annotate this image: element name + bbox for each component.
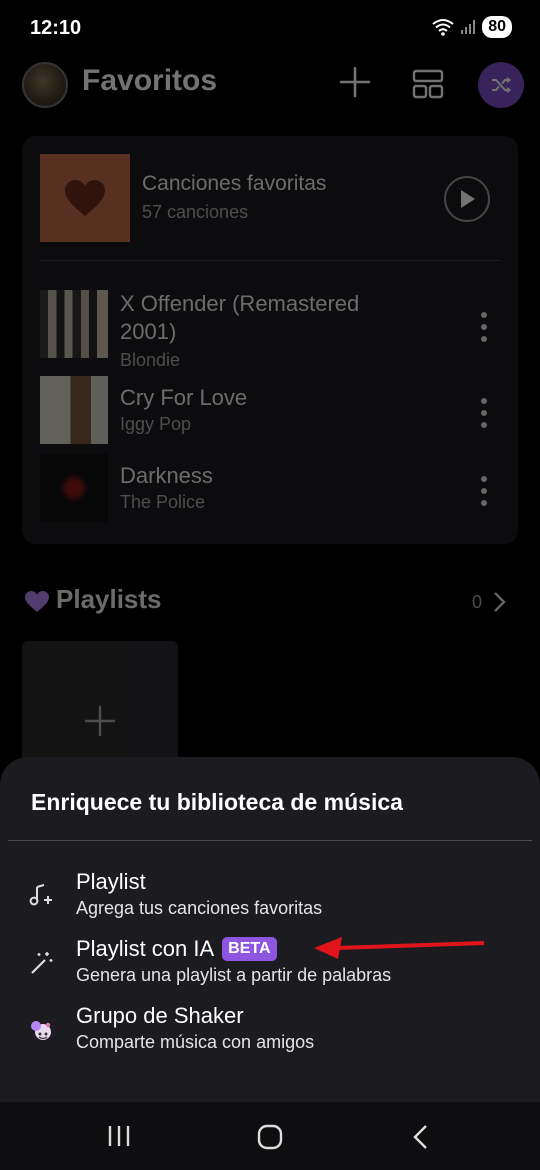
favorites-title: Canciones favoritas: [142, 172, 327, 195]
bottom-sheet: Enriquece tu biblioteca de música Playli…: [0, 757, 540, 1102]
option-title: Playlist: [76, 869, 146, 895]
status-time: 12:10: [30, 17, 82, 39]
chevron-right-icon[interactable]: [490, 590, 508, 614]
option-subtitle: Genera una playlist a partir de palabras: [76, 965, 392, 985]
option-title: Playlist con IA BETA: [76, 936, 277, 962]
more-options-icon[interactable]: [480, 476, 488, 506]
play-icon: [461, 190, 475, 208]
album-cover: [40, 290, 108, 358]
playlists-count: 0: [472, 592, 483, 612]
song-title: X Offender (Remastered 2001): [120, 291, 360, 344]
more-options-icon[interactable]: [480, 398, 488, 428]
song-title: Cry For Love: [120, 385, 248, 410]
battery-level: 80: [488, 18, 506, 35]
song-artist: Blondie: [120, 350, 181, 370]
add-icon: [84, 705, 116, 737]
beta-badge: BETA: [222, 937, 277, 961]
heart-icon: [65, 180, 105, 216]
favorites-cover: [40, 154, 130, 242]
song-artist: The Police: [120, 492, 206, 512]
battery-indicator: 80: [482, 16, 512, 38]
system-nav-bar: [0, 1102, 540, 1170]
song-row[interactable]: X Offender (Remastered 2001) Blondie: [40, 290, 500, 370]
status-icons: 80: [432, 16, 512, 38]
divider: [8, 840, 532, 841]
divider: [40, 260, 500, 261]
album-cover: [40, 376, 108, 444]
avatar[interactable]: [22, 62, 68, 108]
status-bar: 12:10 80: [0, 0, 540, 56]
recent-apps-icon[interactable]: [106, 1124, 132, 1148]
option-label: Grupo de Shaker: [76, 1003, 244, 1028]
back-icon[interactable]: [410, 1123, 432, 1151]
option-label: Playlist: [76, 869, 146, 894]
option-shaker-group[interactable]: Grupo de Shaker Comparte música con amig…: [0, 1003, 540, 1067]
album-cover: [40, 454, 108, 522]
page-title: Favoritos: [82, 64, 218, 97]
shuffle-button[interactable]: [478, 62, 524, 108]
favorites-card[interactable]: Canciones favoritas 57 canciones X Offen…: [22, 136, 518, 544]
favorites-count: 57 canciones: [142, 202, 249, 222]
music-note-plus-icon: [29, 884, 52, 906]
app-header: Favoritos: [0, 56, 540, 116]
song-artist: Iggy Pop: [120, 414, 192, 434]
layout-icon[interactable]: [410, 66, 446, 102]
option-subtitle: Comparte música con amigos: [76, 1032, 315, 1052]
shuffle-icon: [492, 77, 512, 93]
more-options-icon[interactable]: [480, 312, 488, 342]
play-button[interactable]: [444, 176, 490, 222]
magic-wand-icon: [31, 952, 53, 974]
option-label: Playlist con IA: [76, 936, 215, 961]
signal-icon: [461, 20, 476, 34]
option-title: Grupo de Shaker: [76, 1003, 244, 1029]
song-row[interactable]: Cry For Love Iggy Pop: [40, 376, 500, 446]
sheet-title: Enriquece tu biblioteca de música: [31, 789, 403, 815]
song-title: Darkness: [120, 463, 213, 488]
wifi-icon: [432, 19, 454, 36]
annotation-arrow: [314, 937, 485, 959]
shaker-group-icon: [31, 1021, 51, 1040]
heart-icon: [25, 591, 49, 612]
add-icon[interactable]: [337, 64, 373, 100]
song-row[interactable]: Darkness The Police: [40, 454, 500, 524]
option-subtitle: Agrega tus canciones favoritas: [76, 898, 323, 918]
home-icon[interactable]: [257, 1124, 283, 1150]
option-playlist[interactable]: Playlist Agrega tus canciones favoritas: [0, 869, 540, 933]
playlists-title: Playlists: [56, 584, 162, 614]
